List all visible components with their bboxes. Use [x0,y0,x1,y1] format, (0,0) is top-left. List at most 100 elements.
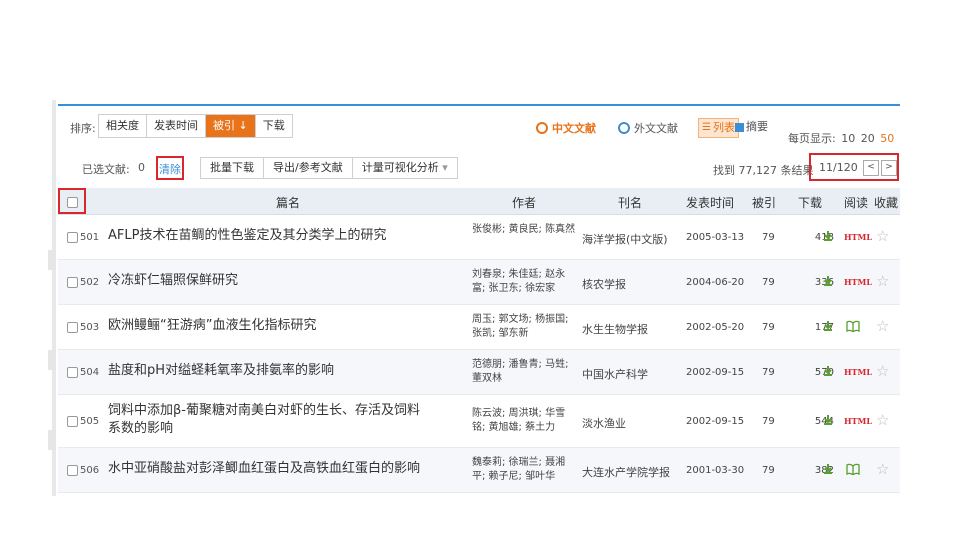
row-checkbox[interactable] [67,232,78,243]
row-checkbox[interactable] [67,416,78,427]
html-read-icon[interactable]: HTML [844,232,872,242]
per-page-label: 每页显示: [788,132,836,145]
row-checkbox[interactable] [67,465,78,476]
article-authors[interactable]: 张俊彬; 黄良民; 陈真然 [472,223,576,237]
results-table: 篇名 作者 刊名 发表时间 被引 下载 阅读 收藏 501 AFLP技术在苗鲷的… [58,188,900,493]
sort-download[interactable]: 下载 [256,115,292,137]
row-checkbox[interactable] [67,277,78,288]
article-title-link[interactable]: AFLP技术在苗鲷的性色鉴定及其分类学上的研究 [108,227,420,245]
article-source[interactable]: 中国水产科学 [582,366,648,382]
article-source[interactable]: 海洋学报(中文版) [582,231,668,247]
selected-count: 0 [138,161,145,174]
article-authors[interactable]: 周玉; 郭文场; 杨振国; 张凯; 邹东新 [472,313,576,341]
select-all-checkbox[interactable] [67,197,78,208]
sort-relevance[interactable]: 相关度 [99,115,147,137]
header-date[interactable]: 发表时间 [686,194,734,211]
chevron-down-icon: ▾ [442,161,448,174]
foreign-docs-label: 外文文献 [634,122,678,135]
article-authors[interactable]: 陈云波; 周洪琪; 华雪铭; 黄旭雄; 蔡土力 [472,407,576,435]
clear-selection-link[interactable]: 清除 [156,156,184,180]
html-read-icon[interactable]: HTML [844,277,872,287]
row-number: 505 [80,416,100,427]
star-icon[interactable]: ☆ [876,317,889,335]
article-source[interactable]: 淡水渔业 [582,415,626,431]
article-cite-count: 79 [762,277,775,288]
header-source: 刊名 [618,196,643,210]
star-icon[interactable]: ☆ [876,227,889,245]
star-icon[interactable]: ☆ [876,411,889,429]
star-icon[interactable]: ☆ [876,362,889,380]
per-page-50[interactable]: 50 [880,132,894,145]
star-icon[interactable]: ☆ [876,272,889,290]
table-row: 503 欧洲鳗鲡“狂游病”血液生化指标研究 周玉; 郭文场; 杨振国; 张凯; … [58,305,900,350]
row-checkbox[interactable] [67,367,78,378]
list-view-label: 列表 [712,121,735,134]
article-source[interactable]: 大连水产学院学报 [582,464,670,480]
article-title-link[interactable]: 盐度和pH对缢蛏耗氧率及排氨率的影响 [108,362,420,380]
sort-cited[interactable]: 被引 ↓ [206,115,256,137]
book-read-icon[interactable] [846,320,860,332]
per-page-selector: 每页显示: 10 20 50 [788,130,894,146]
table-row: 504 盐度和pH对缢蛏耗氧率及排氨率的影响 范德朋; 潘鲁青; 马甡; 董双林… [58,350,900,395]
download-icon[interactable] [823,231,833,241]
visual-analysis-label: 计量可视化分析 [361,161,439,174]
download-icon[interactable] [823,415,833,425]
table-row: 506 水中亚硝酸盐对彭泽鲫血红蛋白及高铁血红蛋白的影响 魏泰莉; 徐瑞兰; 聂… [58,448,900,493]
html-read-icon[interactable]: HTML [844,416,872,426]
header-cite[interactable]: 被引 [752,194,776,211]
row-checkbox[interactable] [67,322,78,333]
book-read-icon[interactable] [846,463,860,475]
header-fav: 收藏 [874,196,899,210]
download-icon[interactable] [823,366,833,376]
download-icon[interactable] [823,464,833,474]
prev-page-button[interactable]: < [863,160,879,176]
article-title-link[interactable]: 欧洲鳗鲡“狂游病”血液生化指标研究 [108,317,420,335]
row-number: 501 [80,232,100,243]
header-read: 阅读 [844,196,869,210]
page-indicator: 11/120 [819,161,858,174]
article-cite-count: 79 [762,322,775,333]
row-number: 502 [80,277,100,288]
article-authors[interactable]: 魏泰莉; 徐瑞兰; 聂湘平; 赖子尼; 邹叶华 [472,456,576,484]
download-icon[interactable] [823,321,833,331]
sort-label: 排序: [70,122,96,135]
list-view-button[interactable]: ☰ 列表 [698,118,739,138]
results-count: 找到 77,127 条结果 [713,164,814,177]
article-authors[interactable]: 刘春泉; 朱佳廷; 赵永富; 张卫东; 徐宏家 [472,268,576,296]
article-title-link[interactable]: 冷冻虾仁辐照保鲜研究 [108,272,420,290]
selection-toolbar: 已选文献: 0 清除 批量下载 导出/参考文献 计量可视化分析 ▾ 找到 77,… [58,150,900,186]
chinese-docs-label: 中文文献 [552,122,596,135]
article-cite-count: 79 [762,367,775,378]
html-read-icon[interactable]: HTML [844,367,872,377]
article-authors[interactable]: 范德朋; 潘鲁青; 马甡; 董双林 [472,358,576,386]
header-title[interactable]: 篇名 [276,194,300,211]
pager: 11/120 < > [809,153,899,181]
export-references-button[interactable]: 导出/参考文献 [264,158,353,178]
article-title-link[interactable]: 饲料中添加β-葡聚糖对南美白对虾的生长、存活及饲料系数的影响 [108,402,420,438]
per-page-20[interactable]: 20 [861,132,875,145]
article-title-link[interactable]: 水中亚硝酸盐对彭泽鲫血红蛋白及高铁血红蛋白的影响 [108,460,420,478]
article-source[interactable]: 核农学报 [582,276,626,292]
per-page-10[interactable]: 10 [841,132,855,145]
selected-label: 已选文献: [82,163,130,176]
next-page-button[interactable]: > [881,160,897,176]
star-icon[interactable]: ☆ [876,460,889,478]
sort-options: 相关度 发表时间 被引 ↓ 下载 [98,114,293,138]
abstract-view-label: 摘要 [746,120,768,133]
batch-download-button[interactable]: 批量下载 [201,158,264,178]
article-date: 2002-05-20 [686,322,745,333]
visual-analysis-button[interactable]: 计量可视化分析 ▾ [353,158,457,178]
row-number: 506 [80,465,100,476]
chinese-docs-tab[interactable]: 中文文献 [536,120,596,136]
table-row: 505 饲料中添加β-葡聚糖对南美白对虾的生长、存活及饲料系数的影响 陈云波; … [58,395,900,448]
abstract-icon [735,122,744,132]
abstract-view-button[interactable]: 摘要 [735,118,768,136]
foreign-docs-tab[interactable]: 外文文献 [618,120,678,136]
sort-publish-time[interactable]: 发表时间 [147,115,206,137]
download-icon[interactable] [823,276,833,286]
article-date: 2001-03-30 [686,465,745,476]
header-author: 作者 [512,196,537,210]
header-download[interactable]: 下载 [798,194,822,211]
left-stub [48,430,56,450]
article-source[interactable]: 水生生物学报 [582,321,648,337]
